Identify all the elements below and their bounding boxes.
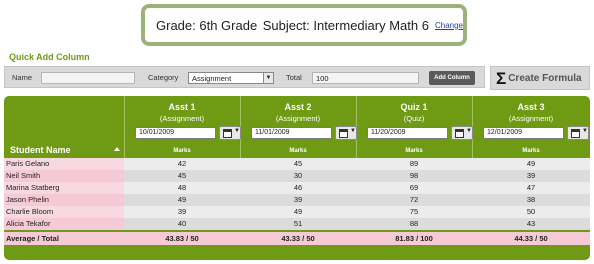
grade-cell[interactable]: 89	[356, 158, 472, 170]
chevron-down-icon: ▼	[582, 128, 588, 134]
student-name-header[interactable]: Student Name	[10, 145, 71, 155]
subject-text: Subject: Intermediary Math 6	[262, 17, 429, 33]
grade-cell[interactable]: 39	[240, 194, 356, 206]
student-name[interactable]: Marina Statberg	[4, 182, 124, 194]
table-row: Neil Smith 45 30 98 39	[4, 170, 590, 182]
grade-cell[interactable]: 98	[356, 170, 472, 182]
gradebook-grid: Student Name Asst 1 (Assignment) 10/01/2…	[4, 96, 590, 260]
student-name[interactable]: Alicia Tekafor	[4, 218, 124, 230]
grade-cell[interactable]: 49	[472, 158, 590, 170]
due-date-input[interactable]: 11/20/2009	[367, 127, 448, 139]
due-date-input[interactable]: 11/01/2009	[251, 127, 332, 139]
sigma-icon: Σ	[496, 68, 507, 88]
column-type: (Assignment)	[508, 114, 554, 123]
average-cell: 43.33 / 50	[281, 234, 315, 243]
category-label: Category	[148, 73, 179, 82]
calendar-icon	[339, 129, 348, 138]
column-header-asst-3: Asst 3 (Assignment) 12/01/2009 ▼	[472, 96, 590, 154]
grade-cell[interactable]: 39	[124, 206, 240, 218]
grade-cell[interactable]: 45	[124, 170, 240, 182]
total-input[interactable]: 100	[312, 72, 419, 84]
sort-ascending-icon[interactable]	[114, 147, 120, 151]
student-name[interactable]: Paris Gelano	[4, 158, 124, 170]
calendar-icon	[223, 129, 232, 138]
column-header-asst-2: Asst 2 (Assignment) 11/01/2009 ▼	[240, 96, 357, 154]
calendar-button[interactable]: ▼	[219, 126, 241, 140]
average-label: Average / Total	[6, 234, 59, 243]
calendar-icon	[455, 129, 464, 138]
create-formula-button[interactable]: Σ Create Formula	[490, 66, 590, 90]
column-type: (Assignment)	[275, 114, 321, 123]
grade-cell[interactable]: 50	[472, 206, 590, 218]
average-total-row: Average / Total 43.83 / 50 43.33 / 50 81…	[4, 232, 590, 245]
average-cell: 44.33 / 50	[514, 234, 548, 243]
category-select[interactable]: Assignment ▼	[188, 72, 274, 84]
grade-cell[interactable]: 45	[240, 158, 356, 170]
category-select-value: Assignment	[192, 74, 232, 83]
student-name[interactable]: Charlie Bloom	[4, 206, 124, 218]
marks-label: Marks	[289, 148, 307, 154]
table-row: Paris Gelano 42 45 89 49	[4, 158, 590, 170]
total-label: Total	[286, 73, 302, 82]
quick-add-title: Quick Add Column	[9, 52, 90, 62]
column-header-quiz-1: Quiz 1 (Quiz) 11/20/2009 ▼	[356, 96, 473, 154]
add-column-button[interactable]: Add Column	[429, 71, 475, 85]
create-formula-label: Create Formula	[508, 72, 582, 84]
grade-cell[interactable]: 51	[240, 218, 356, 230]
marks-label: Marks	[522, 148, 540, 154]
grade-cell[interactable]: 38	[472, 194, 590, 206]
calendar-button[interactable]: ▼	[335, 126, 357, 140]
grade-cell[interactable]: 40	[124, 218, 240, 230]
change-link[interactable]: Change	[435, 21, 463, 30]
name-label: Name	[12, 73, 33, 82]
column-title: Asst 1	[168, 102, 196, 112]
marks-label: Marks	[405, 148, 423, 154]
table-row: Charlie Bloom 39 49 75 50	[4, 206, 590, 218]
column-type: (Quiz)	[403, 114, 425, 123]
column-title: Asst 2	[284, 102, 312, 112]
grade-cell[interactable]: 46	[240, 182, 356, 194]
student-name[interactable]: Jason Phelin	[4, 194, 124, 206]
due-date-input[interactable]: 12/01/2009	[483, 127, 564, 139]
marks-label: Marks	[173, 148, 191, 154]
grade-cell[interactable]: 30	[240, 170, 356, 182]
calendar-button[interactable]: ▼	[567, 126, 589, 140]
average-cell: 81.83 / 100	[395, 234, 433, 243]
name-input[interactable]	[41, 72, 135, 84]
student-name[interactable]: Neil Smith	[4, 170, 124, 182]
chevron-down-icon: ▼	[263, 73, 273, 83]
grade-text: Grade: 6th Grade	[156, 17, 258, 33]
grade-cell[interactable]: 47	[472, 182, 590, 194]
grade-cell[interactable]: 88	[356, 218, 472, 230]
column-header-asst-1: Asst 1 (Assignment) 10/01/2009 ▼	[124, 96, 241, 154]
grade-cell[interactable]: 48	[124, 182, 240, 194]
class-header: Grade: 6th Grade Subject: Intermediary M…	[141, 4, 467, 46]
grade-cell[interactable]: 75	[356, 206, 472, 218]
due-date-input[interactable]: 10/01/2009	[135, 127, 216, 139]
grade-cell[interactable]: 72	[356, 194, 472, 206]
average-cell: 43.83 / 50	[165, 234, 199, 243]
column-title: Quiz 1	[400, 102, 428, 112]
grade-cell[interactable]: 49	[240, 206, 356, 218]
table-row: Marina Statberg 48 46 69 47	[4, 182, 590, 194]
table-row: Alicia Tekafor 40 51 88 43	[4, 218, 590, 230]
calendar-button[interactable]: ▼	[451, 126, 473, 140]
table-row: Jason Phelin 49 39 72 38	[4, 194, 590, 206]
column-title: Asst 3	[517, 102, 545, 112]
grade-cell[interactable]: 39	[472, 170, 590, 182]
column-type: (Assignment)	[159, 114, 205, 123]
calendar-icon	[571, 129, 580, 138]
grade-cell[interactable]: 49	[124, 194, 240, 206]
quick-add-bar: Name Category Assignment ▼ Total 100 Add…	[4, 66, 485, 88]
grade-cell[interactable]: 69	[356, 182, 472, 194]
grade-cell[interactable]: 43	[472, 218, 590, 230]
grade-cell[interactable]: 42	[124, 158, 240, 170]
